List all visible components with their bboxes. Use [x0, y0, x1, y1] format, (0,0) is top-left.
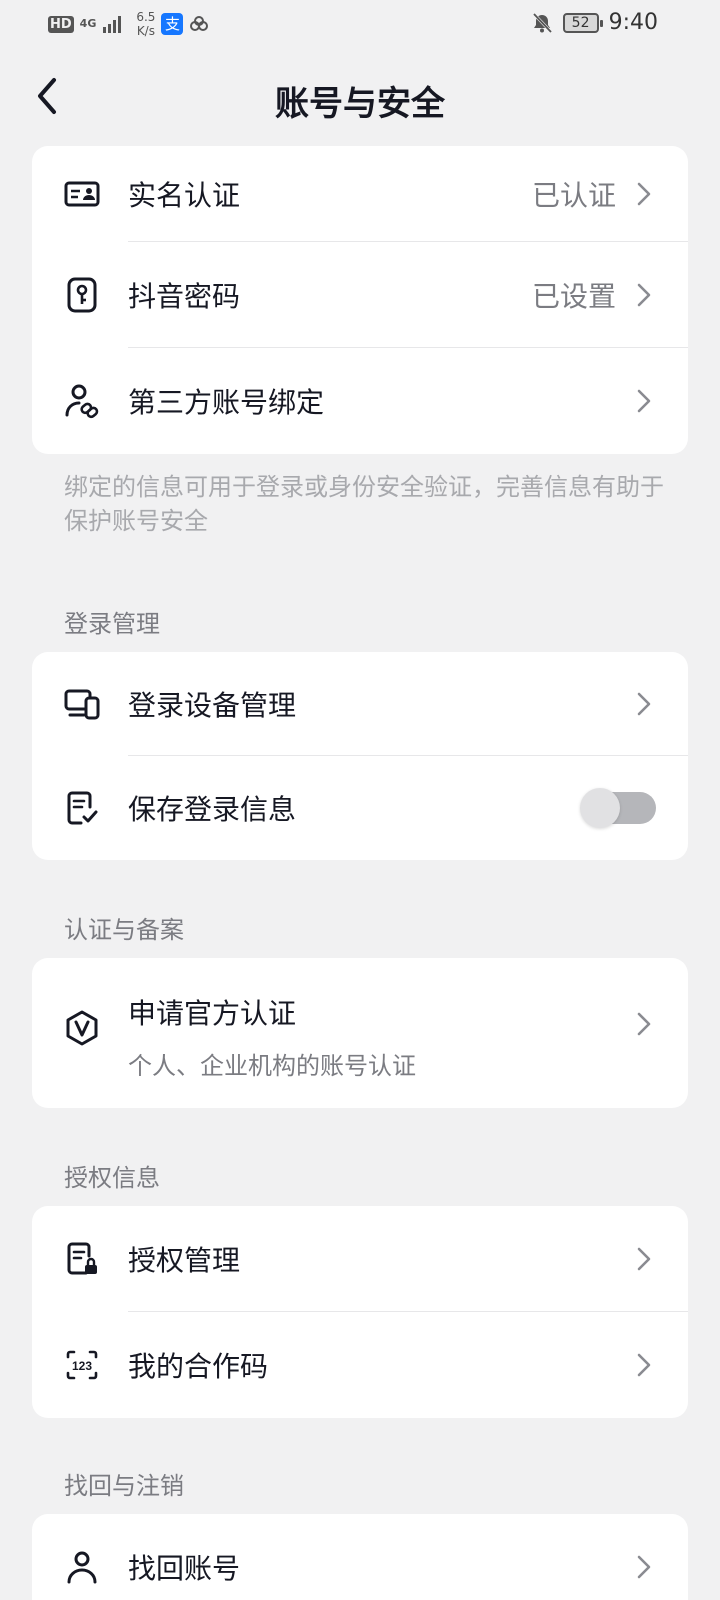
login-card: 登录设备管理 保存登录信息: [32, 652, 688, 860]
chevron-right-icon: [637, 182, 651, 206]
row-sublabel: 个人、企业机构的账号认证: [128, 1052, 416, 1080]
row-apply-official-verification[interactable]: 申请官方认证 个人、企业机构的账号认证: [32, 958, 688, 1108]
row-label: 抖音密码: [128, 280, 241, 313]
verified-v-icon: [66, 1010, 98, 1046]
section-title-recovery: 找回与注销: [64, 1472, 184, 1500]
row-value: 已设置: [531, 280, 616, 313]
password-key-icon: [67, 277, 97, 313]
hd-badge: HD: [48, 15, 74, 33]
row-save-login-info: 保存登录信息: [32, 756, 688, 860]
chevron-right-icon: [637, 1247, 651, 1271]
row-label: 保存登录信息: [128, 793, 297, 826]
chevron-right-icon: [637, 1555, 651, 1579]
row-label: 授权管理: [128, 1244, 241, 1277]
row-real-name-verification[interactable]: 实名认证 已认证: [32, 146, 688, 242]
section-title-authorization: 授权信息: [64, 1164, 160, 1192]
recovery-card: 找回账号: [32, 1514, 688, 1600]
section-title-certification: 认证与备案: [64, 916, 184, 944]
row-login-device-management[interactable]: 登录设备管理: [32, 652, 688, 756]
status-left: HD 4G 6.5 K/s 支: [48, 10, 209, 38]
network-type: 4G: [79, 17, 97, 30]
alipay-icon: 支: [161, 13, 184, 35]
status-bar: HD 4G 6.5 K/s 支 52 9:40: [0, 0, 720, 46]
binding-note: 绑定的信息可用于登录或身份安全验证，完善信息有助于保护账号安全: [64, 473, 664, 535]
row-label: 申请官方认证: [128, 997, 297, 1030]
row-value: 已认证: [531, 179, 616, 212]
bell-muted-icon: [532, 12, 552, 33]
row-my-cooperation-code[interactable]: 123 我的合作码: [32, 1312, 688, 1418]
row-label: 找回账号: [128, 1552, 241, 1585]
row-label: 我的合作码: [128, 1350, 269, 1383]
speed-value: 6.5: [136, 10, 156, 24]
svg-text:123: 123: [72, 1359, 92, 1373]
row-third-party-binding[interactable]: 第三方账号绑定: [32, 348, 688, 454]
row-label: 登录设备管理: [128, 689, 297, 722]
link-loop-icon: [190, 16, 209, 31]
chevron-right-icon: [637, 1012, 651, 1036]
devices-icon: [64, 689, 100, 720]
person-icon: [67, 1551, 97, 1584]
clock: 9:40: [608, 10, 658, 35]
page-title: 账号与安全: [275, 84, 445, 124]
section-title-login: 登录管理: [64, 610, 160, 638]
row-label: 实名认证: [128, 179, 241, 212]
network-speed: 6.5 K/s: [136, 10, 155, 38]
status-right: 52 9:40: [531, 10, 658, 35]
row-authorization-management[interactable]: 授权管理: [32, 1206, 688, 1312]
code-123-icon: 123: [66, 1350, 98, 1380]
chevron-right-icon: [637, 283, 651, 307]
chevron-right-icon: [637, 692, 651, 716]
id-card-icon: [64, 181, 100, 207]
row-douyin-password[interactable]: 抖音密码 已设置: [32, 242, 688, 348]
authorization-card: 授权管理 123 我的合作码: [32, 1206, 688, 1418]
signal-icon: [103, 16, 122, 33]
row-label: 第三方账号绑定: [128, 386, 325, 419]
certification-card: 申请官方认证 个人、企业机构的账号认证: [32, 958, 688, 1108]
chevron-right-icon: [637, 1353, 651, 1377]
save-login-toggle[interactable]: [580, 788, 656, 828]
saved-info-icon: [67, 791, 98, 825]
user-link-icon: [65, 384, 99, 419]
toggle-knob: [580, 788, 620, 828]
account-card: 实名认证 已认证 抖音密码 已设置 第三方账号绑定: [32, 146, 688, 454]
speed-unit: K/s: [136, 24, 155, 38]
authorization-doc-icon: [67, 1242, 97, 1275]
chevron-right-icon: [637, 389, 651, 413]
row-recover-account[interactable]: 找回账号: [32, 1514, 688, 1600]
battery-indicator: 52: [562, 12, 603, 33]
top-bar: 账号与安全: [0, 56, 720, 136]
